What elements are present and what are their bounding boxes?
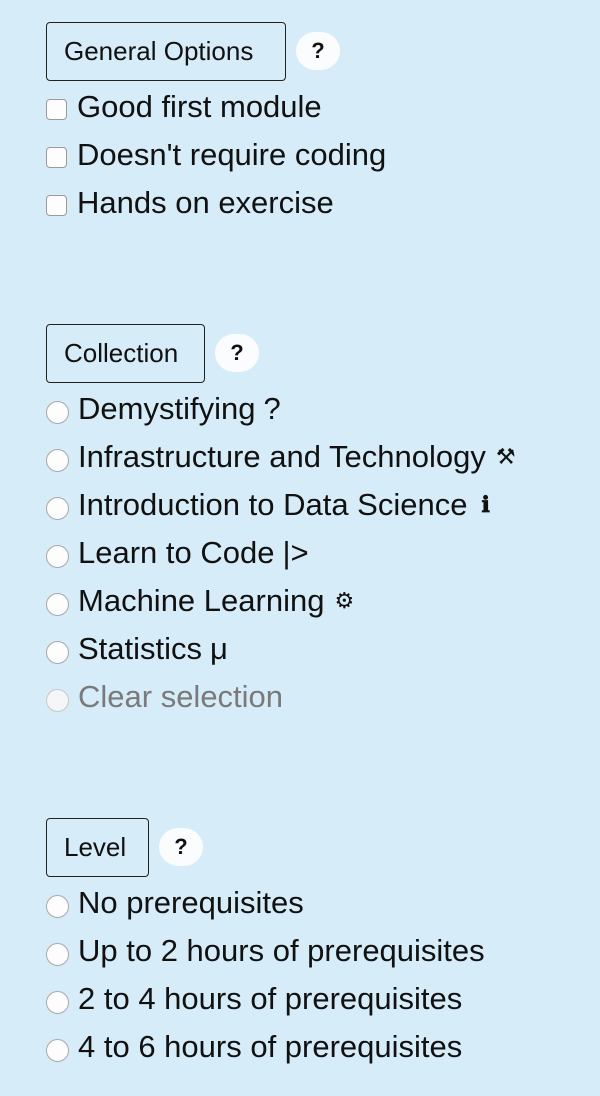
hands-on-exercise-checkbox[interactable] xyxy=(46,194,67,216)
hammer-pick-icon: ⚒ xyxy=(495,444,516,469)
hands-on-exercise-label: Hands on exercise xyxy=(77,185,334,220)
statistics-label: Statistics xyxy=(78,631,203,666)
collection-help-button[interactable]: ? xyxy=(215,334,259,372)
up-to-2-hours-label: Up to 2 hours of prerequisites xyxy=(78,933,485,968)
doesnt-require-coding-checkbox[interactable] xyxy=(46,146,67,168)
info-icon: ℹ xyxy=(481,492,490,518)
collection-legend: Collection xyxy=(46,323,205,383)
mu-icon: μ xyxy=(210,631,228,666)
doesnt-require-coding-label: Doesn't require coding xyxy=(77,137,387,172)
no-prerequisites-radio[interactable] xyxy=(46,894,69,918)
level-header: Level ? xyxy=(46,816,485,878)
level-help-button[interactable]: ? xyxy=(159,828,203,866)
2-to-4-hours-radio[interactable] xyxy=(46,990,69,1014)
machine-learning-label: Machine Learning xyxy=(78,583,325,618)
option-no-prerequisites[interactable]: No prerequisites xyxy=(46,879,485,927)
gear-icon: ⚙ xyxy=(334,588,355,613)
clear-selection-label: Clear selection xyxy=(78,679,284,714)
option-2-to-4-hours[interactable]: 2 to 4 hours of prerequisites xyxy=(46,975,485,1023)
question-mark-icon: ? xyxy=(263,391,281,426)
4-to-6-hours-label: 4 to 6 hours of prerequisites xyxy=(78,1029,463,1064)
4-to-6-hours-radio[interactable] xyxy=(46,1038,69,1062)
clear-selection-radio[interactable] xyxy=(46,688,69,712)
infrastructure-and-technology-label: Infrastructure and Technology xyxy=(78,439,486,474)
statistics-radio[interactable] xyxy=(46,640,69,664)
demystifying-radio[interactable] xyxy=(46,400,69,424)
option-clear-selection[interactable]: Clear selection xyxy=(46,673,516,721)
option-up-to-2-hours[interactable]: Up to 2 hours of prerequisites xyxy=(46,927,485,975)
option-infrastructure-and-technology[interactable]: Infrastructure and Technology ⚒ xyxy=(46,433,516,481)
up-to-2-hours-radio[interactable] xyxy=(46,942,69,966)
level-section: Level ? No prerequisites Up to 2 hours o… xyxy=(46,816,485,1071)
machine-learning-radio[interactable] xyxy=(46,592,69,616)
option-machine-learning[interactable]: Machine Learning ⚙ xyxy=(46,577,516,625)
option-good-first-module[interactable]: Good first module xyxy=(46,83,386,131)
option-learn-to-code[interactable]: Learn to Code |> xyxy=(46,529,516,577)
infrastructure-and-technology-radio[interactable] xyxy=(46,448,69,472)
option-demystifying[interactable]: Demystifying ? xyxy=(46,385,516,433)
good-first-module-checkbox[interactable] xyxy=(46,98,67,120)
general-options-legend: General Options xyxy=(46,21,286,81)
collection-header: Collection ? xyxy=(46,322,516,384)
general-options-help-button[interactable]: ? xyxy=(296,32,340,70)
option-4-to-6-hours[interactable]: 4 to 6 hours of prerequisites xyxy=(46,1023,485,1071)
learn-to-code-radio[interactable] xyxy=(46,544,69,568)
no-prerequisites-label: No prerequisites xyxy=(78,885,304,920)
2-to-4-hours-label: 2 to 4 hours of prerequisites xyxy=(78,981,463,1016)
good-first-module-label: Good first module xyxy=(77,89,322,124)
general-options-header: General Options ? xyxy=(46,20,386,82)
introduction-to-data-science-radio[interactable] xyxy=(46,496,69,520)
option-introduction-to-data-science[interactable]: Introduction to Data Science ℹ xyxy=(46,481,516,529)
collection-section: Collection ? Demystifying ? Infrastructu… xyxy=(46,322,516,721)
learn-to-code-label: Learn to Code xyxy=(78,535,275,570)
level-legend: Level xyxy=(46,817,149,877)
option-hands-on-exercise[interactable]: Hands on exercise xyxy=(46,179,386,227)
demystifying-label: Demystifying xyxy=(78,391,256,426)
option-statistics[interactable]: Statistics μ xyxy=(46,625,516,673)
introduction-to-data-science-label: Introduction to Data Science xyxy=(78,487,468,522)
option-doesnt-require-coding[interactable]: Doesn't require coding xyxy=(46,131,386,179)
general-options-section: General Options ? Good first module Does… xyxy=(46,20,386,227)
code-prompt-icon: |> xyxy=(282,535,309,570)
